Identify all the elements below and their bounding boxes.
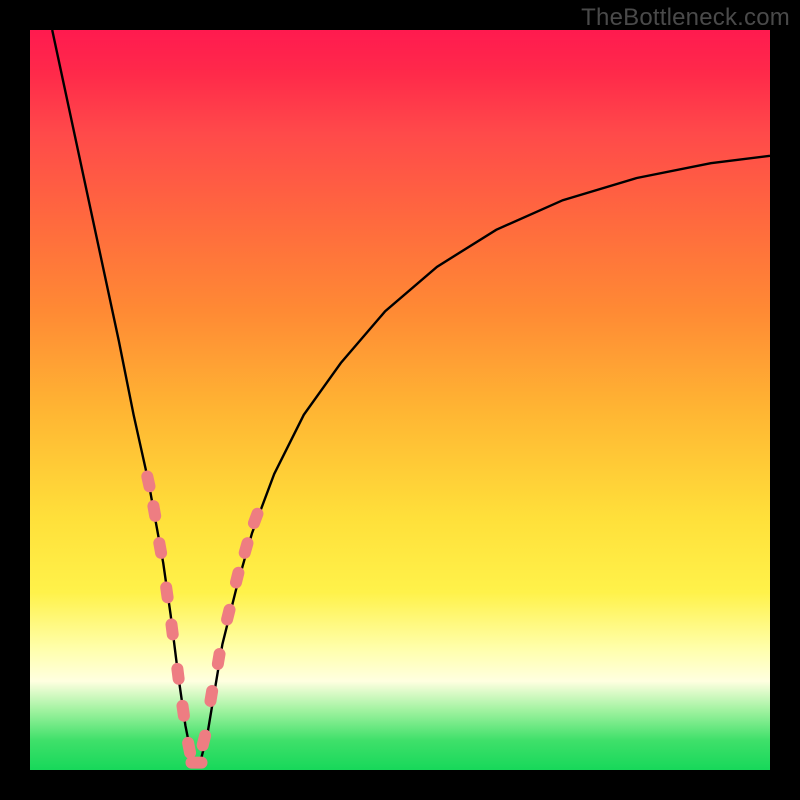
bottleneck-curve-path	[52, 30, 770, 763]
marker-pill	[186, 757, 208, 769]
marker-pill	[152, 536, 168, 560]
marker-pill	[237, 536, 255, 560]
marker-pill	[146, 499, 162, 523]
plot-area	[30, 30, 770, 770]
marker-pill	[181, 736, 197, 760]
marker-pill	[204, 684, 219, 708]
marker-pill	[211, 647, 226, 671]
marker-pill	[220, 602, 237, 626]
marker-pill	[159, 581, 174, 604]
marker-pill	[229, 565, 246, 589]
marker-pill	[246, 506, 265, 531]
marker-pill	[171, 662, 186, 685]
chart-svg	[30, 30, 770, 770]
markers-layer	[140, 469, 265, 768]
marker-pill	[195, 728, 212, 752]
curve-layer	[52, 30, 770, 763]
marker-pill	[165, 618, 180, 641]
outer-frame: TheBottleneck.com	[0, 0, 800, 800]
watermark-text: TheBottleneck.com	[581, 4, 790, 32]
marker-pill	[140, 469, 156, 493]
marker-pill	[176, 699, 191, 722]
